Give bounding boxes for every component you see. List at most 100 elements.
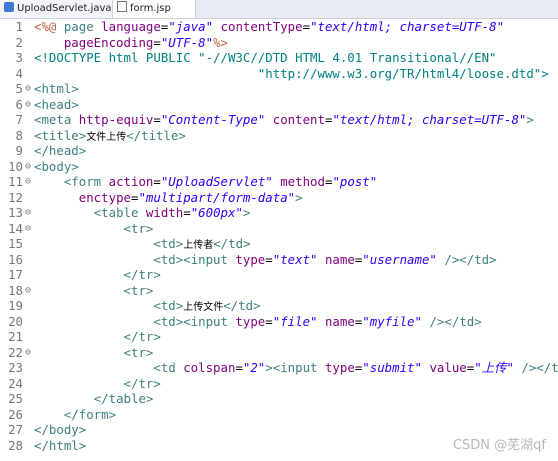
code-token: /></td>	[429, 313, 482, 329]
code-text: <tr>	[34, 220, 154, 236]
code-token: =	[153, 34, 161, 50]
line-number: 3	[15, 50, 23, 65]
code-text: </form>	[34, 407, 116, 422]
line-number: 20	[8, 313, 23, 329]
code-token: </tr>	[123, 329, 161, 344]
fold-toggle-icon[interactable]: ⊖	[23, 205, 33, 220]
fold-toggle-icon[interactable]: ⊖	[23, 174, 33, 189]
fold-toggle-icon[interactable]: ⊖	[23, 159, 33, 174]
code-text: pageEncoding="UTF-8"%>	[34, 35, 228, 50]
code-text: enctype="multipart/form-data">	[34, 190, 303, 205]
line-number: 15	[8, 236, 23, 251]
code-token: <td>	[153, 298, 184, 313]
code-text: <table width="600px">	[34, 205, 251, 220]
line-number: 26	[8, 406, 23, 422]
code-token: <td	[153, 360, 184, 375]
code-text: </table>	[34, 391, 154, 406]
code-token: <head>	[34, 96, 79, 112]
tab-form-jsp[interactable]: form.jsp	[112, 0, 196, 18]
code-token: <meta	[34, 112, 79, 127]
watermark: CSDN @芜湖qf	[452, 438, 546, 453]
code-editor[interactable]: 1 <%@ page language="java" contentType="t…	[0, 19, 558, 461]
code-token: <td>	[153, 236, 184, 251]
code-token: "submit"	[362, 360, 422, 375]
code-text: </tr>	[34, 329, 161, 344]
tab-label: form.jsp	[130, 3, 171, 14]
fold-toggle-icon[interactable]: ⊖	[23, 97, 33, 112]
code-token: "http://www.w3.org/TR/html4/loose.dtd">	[34, 65, 549, 81]
code-token: type	[235, 251, 266, 267]
code-token: action	[108, 174, 154, 189]
code-token: page	[63, 19, 102, 34]
code-token: 文件上传	[86, 131, 127, 143]
line-number: 16	[8, 251, 23, 267]
code-text: <tr>	[34, 345, 154, 360]
code-token: width	[145, 205, 184, 220]
code-token: "username"	[362, 251, 437, 267]
line-number: 25	[8, 391, 23, 406]
code-token: =	[302, 19, 311, 34]
fold-toggle-icon[interactable]: ⊖	[23, 345, 33, 360]
code-token: 上传文件	[183, 302, 224, 313]
code-text: <%@ page language="java" contentType="te…	[34, 19, 504, 34]
line-number: 1	[15, 19, 23, 34]
code-token: <html>	[34, 81, 79, 96]
code-token: =	[153, 112, 161, 127]
code-token: "multipart/form-data"	[138, 189, 296, 205]
line-number: 18	[8, 282, 23, 298]
code-text: <body>	[34, 159, 79, 174]
code-token: contentType	[220, 19, 303, 34]
code-token: name	[324, 313, 355, 329]
code-token: "text/html; charset=UTF-8"	[332, 112, 527, 127]
code-token: 上传者	[183, 240, 214, 251]
fold-toggle-icon[interactable]: ⊖	[23, 81, 33, 96]
editor-tab-bar: UploadServlet.java form.jsp	[0, 0, 558, 19]
code-token: <body>	[34, 158, 79, 174]
code-token: ><input	[265, 360, 325, 375]
code-token: </body>	[34, 422, 87, 437]
code-text: <meta http-equiv="Content-Type" content=…	[34, 112, 534, 127]
code-token: <%@	[34, 19, 64, 34]
fold-toggle-icon[interactable]: ⊖	[23, 221, 33, 236]
line-number: 10	[8, 158, 23, 174]
code-text: </html>	[34, 438, 86, 453]
code-token: method	[280, 174, 325, 189]
code-token: colspan	[183, 360, 236, 375]
code-text: </tr>	[34, 267, 161, 282]
line-number: 11	[8, 174, 23, 189]
code-text: <td>上传者</td>	[34, 236, 251, 253]
tab-uploadservlet-java[interactable]: UploadServlet.java	[0, 0, 117, 18]
code-text: <head>	[34, 97, 79, 112]
code-token: </title>	[126, 127, 186, 143]
code-token: </html>	[34, 437, 87, 453]
line-number: 2	[15, 34, 23, 50]
code-token: <td><input	[153, 313, 236, 329]
code-text: <td colspan="2"><input type="submit" val…	[34, 360, 558, 375]
code-text: </tr>	[34, 376, 161, 391]
code-token: "myfile"	[362, 313, 422, 329]
code-token: name	[324, 251, 355, 267]
code-token: value	[429, 360, 467, 375]
code-token: <tr>	[123, 220, 154, 236]
java-file-icon	[4, 2, 14, 12]
fold-toggle-icon[interactable]: ⊖	[23, 283, 33, 298]
code-token: </td>	[213, 236, 251, 251]
code-text: <title>文件上传</title>	[34, 128, 186, 145]
code-token: "java"	[168, 19, 214, 34]
code-token: <table	[93, 205, 146, 220]
code-token: type	[235, 313, 266, 329]
code-token: "Content-Type"	[160, 112, 266, 127]
code-token: </head>	[34, 143, 87, 158]
code-token: </tr>	[123, 267, 161, 282]
code-token: >	[526, 112, 534, 127]
code-text: </head>	[34, 143, 86, 158]
